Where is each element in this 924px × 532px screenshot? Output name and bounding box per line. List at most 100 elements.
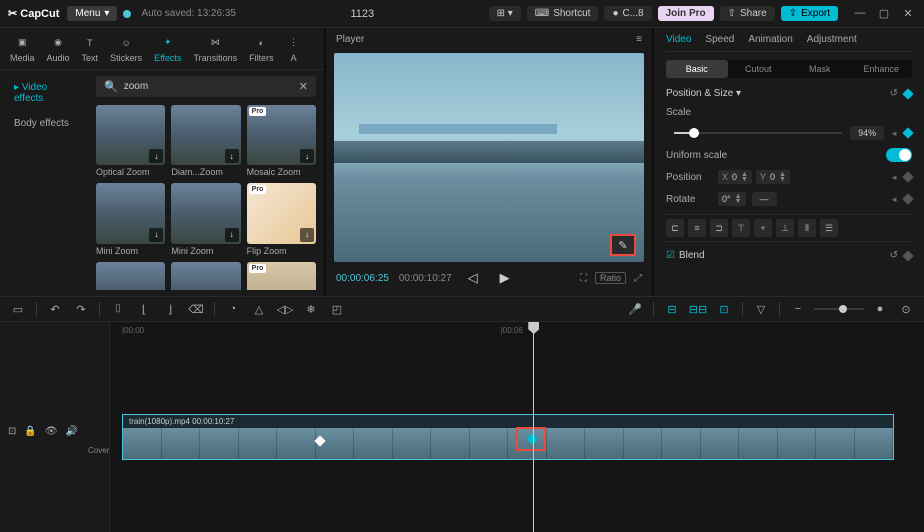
crop-icon[interactable]: ⛶	[580, 273, 587, 284]
menu-button[interactable]: Menu ▾	[67, 6, 117, 21]
align-bottom[interactable]: ⊥	[776, 219, 794, 237]
tab-animation[interactable]: Animation	[748, 34, 792, 45]
delete-button[interactable]: ⌫	[186, 299, 206, 319]
zoom-in[interactable]: ●	[870, 299, 890, 319]
zoom-slider[interactable]	[814, 308, 864, 310]
download-icon[interactable]: ↓	[149, 149, 163, 163]
join-pro-button[interactable]: Join Pro	[658, 6, 714, 21]
window-minimize[interactable]: —	[852, 7, 868, 20]
blend-keyframe[interactable]	[902, 250, 913, 261]
position-keyframe[interactable]	[902, 171, 913, 182]
scale-keyframe[interactable]	[902, 127, 913, 138]
prev-frame-button[interactable]: ◁	[468, 270, 478, 286]
snap-toggle[interactable]: ⊟	[662, 299, 682, 319]
split-tool[interactable]: ⌷	[108, 299, 128, 319]
video-clip[interactable]: train(1080p).mp4 00:00:10:27	[122, 414, 894, 460]
speed-tool[interactable]: ◔	[223, 299, 243, 319]
category-body-effects[interactable]: Body effects	[6, 112, 82, 135]
keyframe-icon[interactable]	[902, 88, 913, 99]
blend-reset-icon[interactable]: ↺	[890, 250, 898, 261]
download-icon[interactable]: ↓	[225, 149, 239, 163]
crop-tool[interactable]: ◰	[327, 299, 347, 319]
effect-item[interactable]: Pro↓Mosaic Zoom	[247, 105, 316, 177]
mic-icon[interactable]: 🎤	[625, 299, 645, 319]
subtab-cutout[interactable]: Cutout	[728, 60, 790, 78]
timeline-tracks[interactable]: |00:00 |00:06 train(1080p).mp4 00:00:10:…	[110, 322, 924, 532]
effect-item[interactable]: ↓Slow Zoom	[96, 262, 165, 290]
download-icon[interactable]: ↓	[300, 149, 314, 163]
playhead[interactable]	[533, 322, 534, 532]
effect-item[interactable]: ↓Diam...Zoom	[171, 105, 240, 177]
window-maximize[interactable]: ▢	[876, 7, 892, 20]
tab-effects[interactable]: ✦Effects	[152, 35, 183, 63]
keyframe-highlight[interactable]	[516, 427, 546, 451]
effect-item[interactable]: ↓Slow Zoom	[171, 262, 240, 290]
tab-audio[interactable]: ◉Audio	[45, 35, 72, 63]
mirror-tool[interactable]: ◁▷	[275, 299, 295, 319]
reset-icon[interactable]: ↺	[890, 88, 898, 99]
kf-prev-icon[interactable]: ◄	[890, 129, 898, 138]
tab-video[interactable]: Video	[666, 34, 691, 45]
track-audio-icon[interactable]: 🔊	[66, 426, 78, 437]
rotate-dial[interactable]: —	[752, 192, 777, 206]
search-input[interactable]: 🔍 ✕	[96, 76, 316, 97]
trim-left[interactable]: ⌊	[134, 299, 154, 319]
rotate-tool[interactable]: △	[249, 299, 269, 319]
player-viewport[interactable]: ✎	[334, 53, 644, 262]
subtab-mask[interactable]: Mask	[789, 60, 851, 78]
scale-value[interactable]: 94%	[850, 126, 884, 140]
undo-button[interactable]: ↶	[45, 299, 65, 319]
effect-item[interactable]: Pro↓Expos... Zoom	[247, 262, 316, 290]
effect-item[interactable]: ↓Mini Zoom	[96, 183, 165, 255]
window-close[interactable]: ✕	[900, 7, 916, 20]
align-left[interactable]: ⊏	[666, 219, 684, 237]
blend-section[interactable]: ☑Blend	[666, 250, 705, 261]
position-y-input[interactable]: Y0▲▼	[756, 170, 790, 184]
effect-item[interactable]: Pro↓Flip Zoom	[247, 183, 316, 255]
category-video-effects[interactable]: ▸ Video effects	[6, 76, 82, 110]
tab-speed[interactable]: Speed	[705, 34, 734, 45]
redo-button[interactable]: ↷	[71, 299, 91, 319]
rotate-input[interactable]: 0°▲▼	[718, 192, 746, 206]
subtab-enhance[interactable]: Enhance	[851, 60, 913, 78]
fullscreen-icon[interactable]: ⤢	[634, 273, 642, 284]
rotate-keyframe[interactable]	[902, 193, 913, 204]
position-x-input[interactable]: X0▲▼	[718, 170, 752, 184]
uniform-scale-toggle[interactable]	[886, 148, 912, 162]
track-visible-icon[interactable]: 🔒	[24, 426, 36, 437]
align-middle-v[interactable]: +	[754, 219, 772, 237]
player-menu-icon[interactable]: ≡	[636, 34, 642, 45]
track-mute-icon[interactable]: 👁	[45, 426, 58, 437]
export-button[interactable]: ⇪ Export	[781, 6, 838, 21]
tab-filters[interactable]: ◐Filters	[247, 35, 276, 63]
scale-slider[interactable]	[674, 132, 842, 134]
trim-right[interactable]: ⌋	[160, 299, 180, 319]
search-clear[interactable]: ✕	[299, 80, 308, 93]
marker-tool[interactable]: ▽	[751, 299, 771, 319]
tab-adjustment[interactable]: Adjustment	[807, 34, 857, 45]
zoom-fit[interactable]: ⊙	[896, 299, 916, 319]
layout-button[interactable]: ⊞ ▾	[489, 6, 521, 21]
tab-transitions[interactable]: ⋈Transitions	[191, 35, 239, 63]
tab-stickers[interactable]: ☺Stickers	[108, 35, 144, 63]
download-icon[interactable]: ↓	[300, 228, 314, 242]
freeze-tool[interactable]: ❄	[301, 299, 321, 319]
tab-media[interactable]: ▣Media	[8, 35, 37, 63]
stabilize-button[interactable]: ✎	[610, 234, 636, 256]
kf-prev-icon[interactable]: ◄	[890, 195, 898, 204]
tab-text[interactable]: TText	[80, 35, 101, 63]
link-toggle[interactable]: ⊟⊟	[688, 299, 708, 319]
tab-more[interactable]: ⋮A	[284, 35, 304, 63]
preview-toggle[interactable]: ⊡	[714, 299, 734, 319]
align-top[interactable]: ⊤	[732, 219, 750, 237]
cloud-badge[interactable]: ● C...8	[604, 6, 651, 21]
play-button[interactable]: ▶	[500, 270, 510, 286]
track-lock-icon[interactable]: ⊡	[8, 426, 16, 437]
zoom-out[interactable]: −	[788, 299, 808, 319]
download-icon[interactable]: ↓	[149, 228, 163, 242]
align-center-h[interactable]: ≡	[688, 219, 706, 237]
select-tool[interactable]: ▭	[8, 299, 28, 319]
kf-prev-icon[interactable]: ◄	[890, 173, 898, 182]
timeline-ruler[interactable]: |00:00 |00:06	[110, 322, 924, 344]
search-field[interactable]	[124, 81, 293, 92]
